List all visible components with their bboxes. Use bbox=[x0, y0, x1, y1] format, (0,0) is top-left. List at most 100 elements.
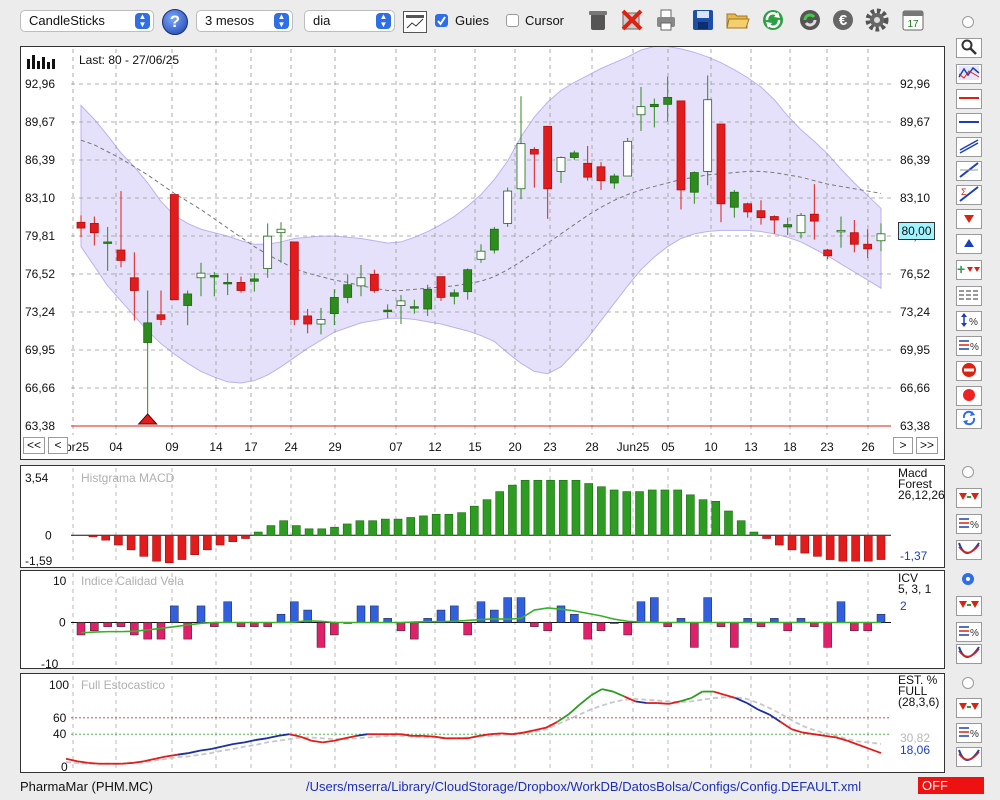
interval-select[interactable]: dia ▲ ▼ bbox=[304, 10, 395, 32]
candle-body bbox=[289, 241, 299, 320]
icv-percent-button[interactable]: % bbox=[956, 622, 982, 642]
price-chart[interactable]: 92,96 92,96 89,67 89,67 86,39 86,39 83,10 83,10… bbox=[21, 47, 944, 459]
stoch-k-segment bbox=[333, 737, 346, 742]
icv-curve-button[interactable] bbox=[956, 644, 982, 664]
config-path-link[interactable]: /Users/mserra/Library/CloudStorage/Dropb… bbox=[306, 779, 861, 794]
add-signals-button[interactable]: + bbox=[956, 260, 982, 280]
chart-type-value: CandleSticks bbox=[29, 13, 105, 28]
candle-body bbox=[463, 269, 473, 293]
open-folder-icon[interactable] bbox=[725, 7, 751, 33]
calendar-day-text: 17 bbox=[907, 19, 919, 30]
date-tick: 10 bbox=[704, 440, 718, 454]
overlay-chart-icon bbox=[958, 65, 980, 84]
stop-button[interactable] bbox=[956, 386, 982, 406]
sync-arrows-button[interactable] bbox=[956, 409, 982, 429]
off-status-badge[interactable]: OFF bbox=[918, 777, 984, 794]
stoch-signals-button[interactable] bbox=[956, 698, 982, 718]
candle-body bbox=[849, 232, 859, 245]
stoch-curve-button[interactable] bbox=[956, 747, 982, 767]
guides-checkbox[interactable] bbox=[435, 14, 448, 27]
icv-bar bbox=[410, 622, 419, 640]
trendline-icon bbox=[958, 161, 980, 181]
candle-body bbox=[783, 224, 793, 228]
icv-bar bbox=[116, 622, 126, 627]
no-entry-button[interactable] bbox=[956, 361, 982, 381]
chart-type-select[interactable]: CandleSticks ▲ ▼ bbox=[20, 10, 154, 32]
nav-prev-button[interactable]: < bbox=[48, 437, 68, 454]
macd-bar bbox=[762, 534, 771, 539]
print-icon[interactable] bbox=[653, 7, 679, 33]
nav-next-button[interactable]: > bbox=[893, 437, 913, 454]
horizontal-red-line-button[interactable] bbox=[956, 89, 982, 109]
macd-bar bbox=[647, 489, 657, 536]
nav-first-button[interactable]: << bbox=[23, 437, 45, 454]
macd-bar bbox=[126, 534, 136, 551]
period-select[interactable]: 3 mesos ▲ ▼ bbox=[196, 10, 293, 32]
trendline-button[interactable] bbox=[956, 161, 982, 181]
zoom-button[interactable] bbox=[956, 38, 982, 58]
stoch-k-segment bbox=[222, 743, 234, 748]
svg-text:Σ: Σ bbox=[961, 187, 967, 197]
delete-icon[interactable] bbox=[619, 7, 645, 33]
nav-last-button[interactable]: >> bbox=[916, 437, 938, 454]
fibonacci-button[interactable]: Σ bbox=[956, 185, 982, 205]
macd-signals-button[interactable] bbox=[956, 488, 982, 508]
date-tick: 14 bbox=[209, 440, 223, 454]
stoch-k-segment bbox=[690, 690, 703, 699]
candle-body bbox=[649, 103, 659, 108]
candle-body bbox=[516, 143, 526, 190]
channel-button[interactable] bbox=[956, 137, 982, 157]
channel-icon bbox=[958, 138, 980, 157]
panel-select-radio-macd[interactable] bbox=[962, 466, 974, 478]
icv-bar bbox=[596, 622, 606, 632]
macd-bar bbox=[393, 518, 403, 536]
date-axis-bg bbox=[21, 435, 944, 459]
percent-lines-button[interactable]: % bbox=[956, 336, 982, 356]
macd-bar bbox=[368, 520, 377, 536]
arrow-down-button[interactable] bbox=[956, 209, 982, 229]
date-tick: 13 bbox=[744, 440, 758, 454]
stoch-label-3: (28,3,6) bbox=[898, 695, 940, 709]
icv-tick: -10 bbox=[41, 657, 59, 668]
macd-curve-button[interactable] bbox=[956, 540, 982, 560]
lines-percent-icon: % bbox=[958, 515, 980, 534]
horizontal-blue-line-button[interactable] bbox=[956, 113, 982, 133]
svg-text:%: % bbox=[970, 520, 979, 531]
help-button[interactable]: ? bbox=[162, 9, 188, 35]
price-tick-right: 83,10 bbox=[900, 191, 930, 205]
panel-select-radio-icv[interactable] bbox=[962, 573, 974, 585]
macd-bar bbox=[253, 531, 263, 536]
macd-bar bbox=[724, 510, 733, 536]
grid-lines-button[interactable] bbox=[956, 286, 982, 306]
cursor-checkbox[interactable] bbox=[506, 14, 519, 27]
candle-body bbox=[796, 214, 806, 234]
save-icon[interactable] bbox=[690, 7, 716, 33]
price-tick-right: 92,96 bbox=[900, 77, 930, 91]
stoch-percent-button[interactable]: % bbox=[956, 723, 982, 743]
date-tick: 07 bbox=[389, 440, 403, 454]
arrow-up-button[interactable] bbox=[956, 234, 982, 254]
refresh-icon[interactable] bbox=[760, 7, 786, 33]
stoch-k-segment bbox=[601, 688, 614, 693]
macd-percent-button[interactable]: % bbox=[956, 514, 982, 534]
macd-bar bbox=[190, 534, 199, 555]
panel-select-radio-stoch[interactable] bbox=[962, 677, 974, 689]
chart-view-icon[interactable] bbox=[403, 11, 427, 33]
stoch-k-segment bbox=[869, 748, 882, 754]
price-tick-left: 66,66 bbox=[25, 381, 55, 395]
low-marker-icon bbox=[137, 413, 158, 425]
trash-icon[interactable] bbox=[585, 7, 611, 33]
icv-signals-button[interactable] bbox=[956, 596, 982, 616]
icv-bar bbox=[490, 609, 499, 623]
indicator-overlay-button[interactable] bbox=[956, 64, 982, 84]
calendar-icon[interactable]: 17 bbox=[900, 7, 926, 33]
gear-icon[interactable] bbox=[864, 7, 890, 33]
candle-body bbox=[396, 300, 406, 306]
price-tick-left: 92,96 bbox=[25, 77, 55, 91]
candle-body bbox=[863, 243, 873, 250]
percent-range-button[interactable]: % bbox=[956, 311, 982, 331]
currency-icon[interactable]: € bbox=[830, 7, 856, 33]
panel-select-radio-main[interactable] bbox=[962, 16, 974, 28]
sync-icon[interactable] bbox=[797, 7, 823, 33]
candle-body bbox=[556, 157, 566, 172]
